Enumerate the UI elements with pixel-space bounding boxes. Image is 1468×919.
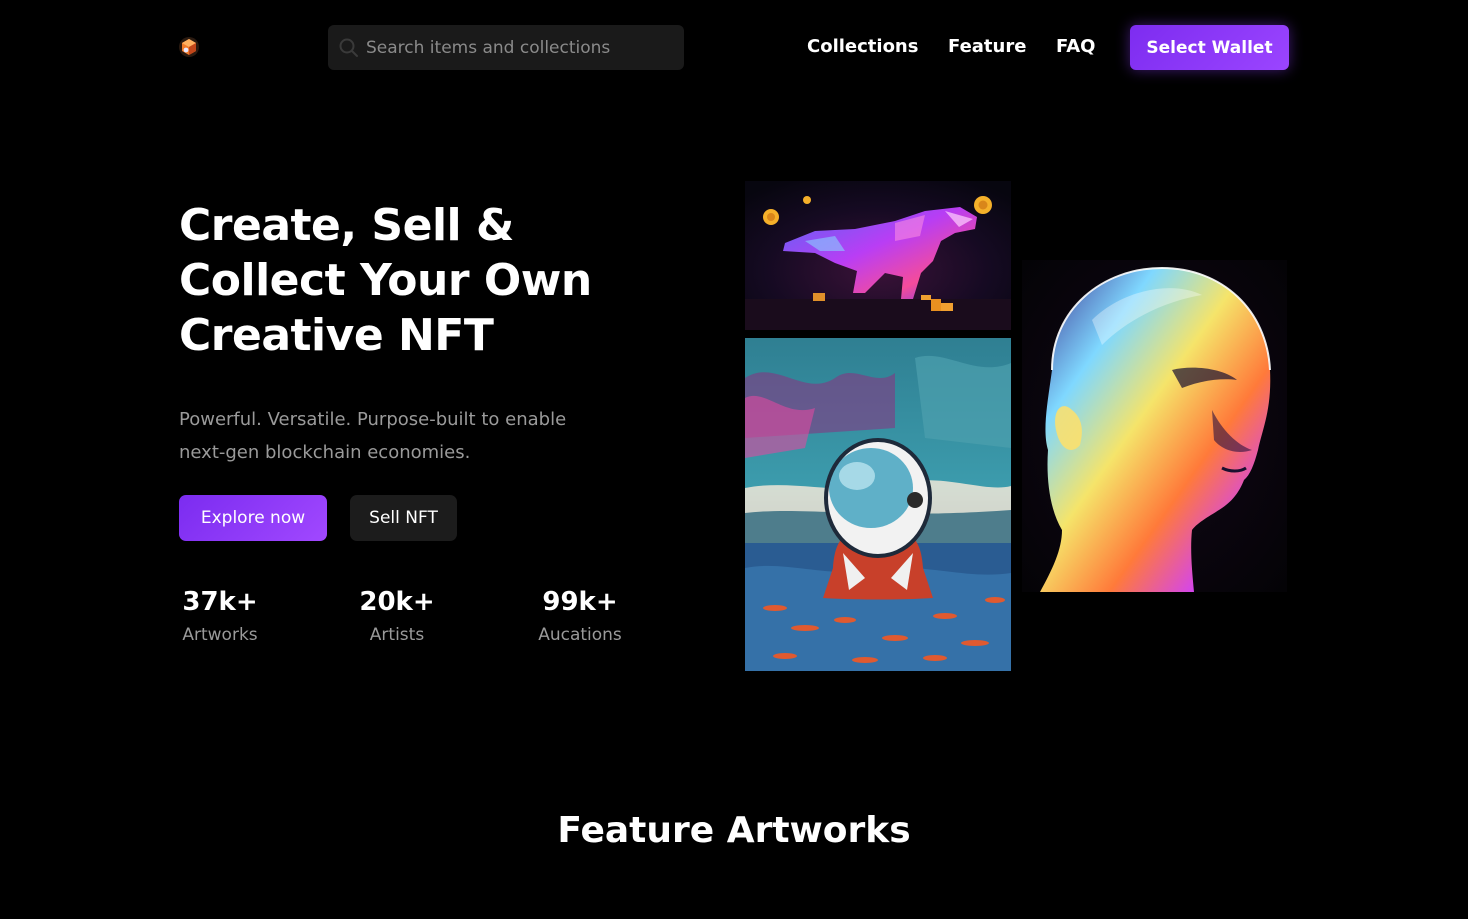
stat-label: Artists xyxy=(369,625,425,645)
artwork-crystal-dinosaur[interactable] xyxy=(745,181,1011,330)
search-bar[interactable] xyxy=(328,25,684,70)
hero-subtitle: Powerful. Versatile. Purpose-built to en… xyxy=(179,403,649,469)
hero-title-line-1: Create, Sell & xyxy=(179,200,514,251)
stat-artworks: 37k+ Artworks xyxy=(179,586,261,650)
stat-label: Artworks xyxy=(182,625,258,645)
artwork-astronaut[interactable] xyxy=(745,338,1011,671)
hero-subtitle-line-2: next-gen blockchain economies. xyxy=(179,442,471,463)
stat-value: 99k+ xyxy=(542,587,618,617)
hero-title-line-3: Creative NFT xyxy=(179,310,494,361)
stat-aucations: 99k+ Aucations xyxy=(530,586,630,650)
select-wallet-button[interactable]: Select Wallet xyxy=(1130,25,1289,70)
hero-subtitle-line-1: Powerful. Versatile. Purpose-built to en… xyxy=(179,409,567,430)
hero-title-line-2: Collect Your Own xyxy=(179,255,592,306)
feature-artworks-title: Feature Artworks xyxy=(557,810,911,851)
hero-title: Create, Sell & Collect Your Own Creative… xyxy=(179,198,649,363)
explore-now-button[interactable]: Explore now xyxy=(179,495,327,541)
stat-value: 20k+ xyxy=(359,587,435,617)
search-icon xyxy=(338,37,360,59)
stat-value: 37k+ xyxy=(182,587,258,617)
nav-feature[interactable]: Feature xyxy=(948,36,1026,57)
search-input[interactable] xyxy=(366,37,684,58)
stat-label: Aucations xyxy=(538,625,622,645)
artwork-holographic-head[interactable] xyxy=(1022,260,1287,592)
nav-faq[interactable]: FAQ xyxy=(1056,36,1095,57)
landing-page: Collections Feature FAQ Select Wallet Cr… xyxy=(0,0,1468,919)
logo-icon[interactable] xyxy=(178,36,200,58)
stat-artists: 20k+ Artists xyxy=(358,586,436,650)
nav-collections[interactable]: Collections xyxy=(807,36,918,57)
sell-nft-button[interactable]: Sell NFT xyxy=(350,495,457,541)
